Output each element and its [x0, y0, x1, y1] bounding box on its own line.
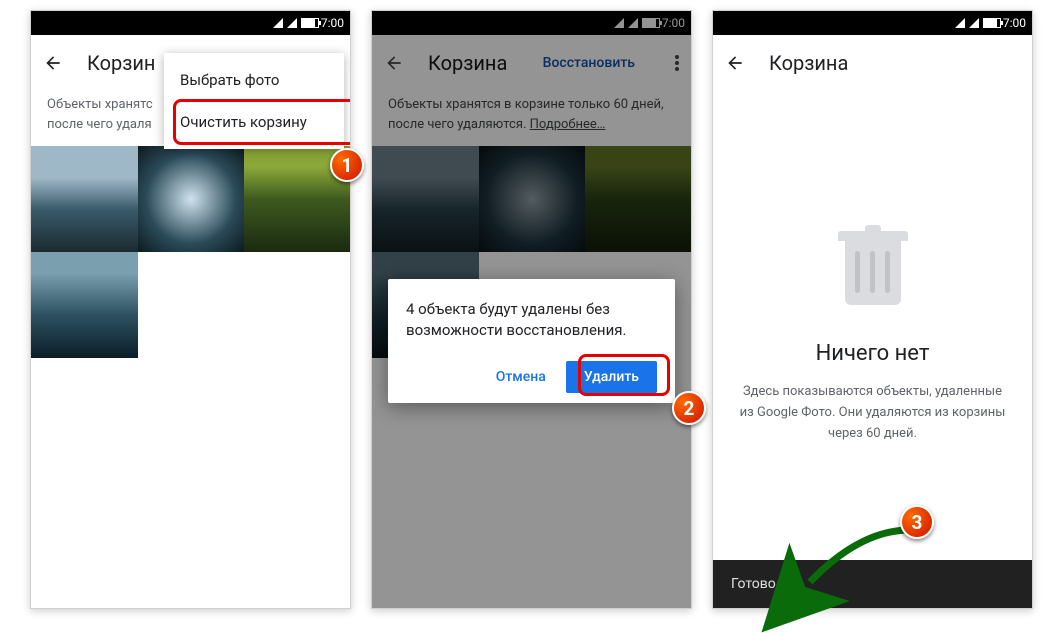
dialog-actions: Отмена Удалить: [406, 361, 657, 393]
menu-clear-trash[interactable]: Очистить корзину: [164, 101, 344, 143]
status-bar: 7:00: [31, 11, 350, 35]
app-bar: Корзина: [713, 35, 1032, 91]
phone-screen-2: 7:00 Корзина Восстановить Объекты хранят…: [371, 10, 692, 609]
photo-grid: [31, 146, 350, 358]
back-button[interactable]: [725, 53, 745, 73]
back-button[interactable]: [43, 53, 63, 73]
step-badge-3: 3: [900, 505, 934, 539]
photo-thumb[interactable]: [31, 146, 138, 252]
empty-title: Ничего нет: [713, 341, 1032, 366]
overflow-menu: Выбрать фото Очистить корзину: [164, 53, 344, 149]
status-bar: 7:00: [713, 11, 1032, 35]
empty-body: Здесь показываются объекты, удаленные из…: [713, 382, 1032, 444]
page-title: Корзина: [769, 51, 1020, 75]
signal-icon: [287, 18, 297, 28]
status-time: 7:00: [321, 16, 344, 30]
delete-button[interactable]: Удалить: [566, 361, 657, 393]
battery-icon: [983, 18, 1001, 28]
dialog-message: 4 объекта будут удалены без возможности …: [406, 299, 657, 341]
arrow-annotation: [800, 520, 920, 604]
status-time: 7:00: [1003, 16, 1026, 30]
trash-icon: [838, 231, 908, 311]
battery-icon: [301, 18, 319, 28]
step-badge-1: 1: [330, 148, 364, 182]
photo-thumb[interactable]: [138, 146, 244, 252]
step-badge-2: 2: [672, 391, 706, 425]
empty-state: Ничего нет Здесь показываются объекты, у…: [713, 91, 1032, 444]
signal-icon: [969, 18, 979, 28]
snackbar-text: Готово: [731, 576, 776, 592]
photo-thumb[interactable]: [31, 252, 138, 358]
cancel-button[interactable]: Отмена: [484, 361, 558, 393]
wifi-icon: [273, 18, 283, 28]
menu-select-photo[interactable]: Выбрать фото: [164, 59, 344, 101]
phone-screen-1: 7:00 Корзин Объекты хранятс после чего у…: [30, 10, 351, 609]
confirm-dialog: 4 объекта будут удалены без возможности …: [388, 279, 675, 403]
wifi-icon: [955, 18, 965, 28]
